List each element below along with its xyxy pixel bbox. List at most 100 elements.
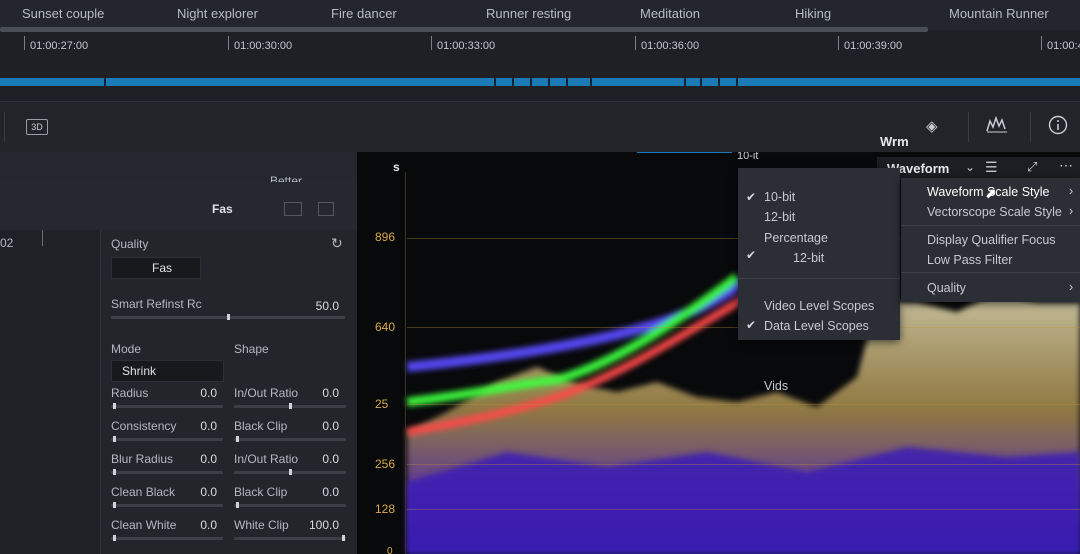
- magic-mask-panel: Better Fas 02 Quality ↻ Fas Smart Refins…: [0, 152, 357, 554]
- mouse-cursor-icon: ⬈: [985, 185, 997, 201]
- divider: [1030, 112, 1031, 142]
- param-slider[interactable]: [111, 436, 223, 442]
- more-options-icon[interactable]: ⋯: [1059, 157, 1073, 174]
- y-axis-label: 640: [375, 320, 396, 334]
- clip-tab[interactable]: Runner resting: [486, 0, 571, 30]
- timecode-label: 01:00:36:00: [641, 40, 700, 52]
- menu-item-quality[interactable]: Quality: [927, 281, 966, 295]
- smart-refine-value[interactable]: 50.0: [301, 299, 339, 313]
- slider-knob[interactable]: [113, 469, 116, 475]
- row-number: 02: [0, 236, 14, 250]
- param-slider[interactable]: [111, 502, 223, 508]
- keyframe-diamond-icon[interactable]: ◈: [926, 117, 938, 135]
- info-icon[interactable]: [1048, 115, 1068, 139]
- panel-subheader: Fas: [0, 182, 357, 231]
- panel-toggle-button[interactable]: [318, 202, 334, 216]
- viewer-toolbar: 3D ◈ Wrm: [0, 101, 1080, 153]
- param-label: In/Out Ratio: [234, 452, 299, 466]
- slider-knob[interactable]: [113, 535, 116, 541]
- ruler-tick: [838, 36, 839, 50]
- panel-header: Better: [0, 152, 357, 188]
- slider-knob[interactable]: [113, 436, 116, 442]
- clip-tab[interactable]: Night explorer: [177, 0, 258, 30]
- mask-controls: Quality ↻ Fas Smart Refinst Rc 50.0 Mode…: [101, 230, 357, 554]
- param-value[interactable]: 0.0: [301, 452, 339, 466]
- timeline-track[interactable]: [0, 78, 1080, 86]
- param-label: Black Clip: [234, 419, 288, 433]
- scope-title: Wrm: [880, 134, 909, 149]
- param-value[interactable]: 0.0: [181, 485, 217, 499]
- slider-knob[interactable]: [236, 502, 239, 508]
- ruler-tick: [431, 36, 432, 50]
- shape-dropdown[interactable]: [234, 360, 344, 382]
- param-slider[interactable]: [234, 535, 346, 541]
- smart-refine-slider[interactable]: [111, 314, 345, 320]
- param-slider[interactable]: [111, 403, 223, 409]
- param-value[interactable]: 100.0: [297, 518, 339, 532]
- menu-item-10bit[interactable]: 10-bit: [764, 190, 795, 204]
- timecode-label: 01:00:39:00: [844, 40, 903, 52]
- settings-sliders-icon[interactable]: ☰: [985, 159, 998, 176]
- slider-knob[interactable]: [227, 314, 230, 320]
- timeline-ruler[interactable]: 01:00:27:00 01:00:30:00 01:00:33:00 01:0…: [0, 32, 1080, 100]
- menu-item-display-qualifier-focus[interactable]: Display Qualifier Focus: [927, 233, 1056, 247]
- param-value[interactable]: 0.0: [301, 485, 339, 499]
- panel-toggle-button[interactable]: [284, 202, 302, 216]
- param-slider[interactable]: [234, 502, 346, 508]
- playhead-marker: [42, 230, 43, 246]
- param-slider[interactable]: [234, 403, 346, 409]
- menu-item-video[interactable]: Vids: [764, 379, 788, 393]
- param-value[interactable]: 0.0: [181, 518, 217, 532]
- y-axis-label: 896: [375, 230, 396, 244]
- scopes-icon[interactable]: [986, 115, 1008, 137]
- 3d-toggle-button[interactable]: 3D: [26, 119, 48, 135]
- param-value[interactable]: 0.0: [301, 419, 339, 433]
- chevron-down-icon[interactable]: ⌄: [965, 160, 975, 174]
- expand-icon[interactable]: ⤢: [1027, 159, 1037, 175]
- smart-refine-label: Smart Refinst Rc: [111, 297, 202, 311]
- mode-dropdown[interactable]: Shrink: [111, 360, 224, 382]
- clip-tab[interactable]: Sunset couple: [22, 0, 104, 30]
- slider-knob[interactable]: [236, 436, 239, 442]
- quality-label: Quality: [111, 237, 149, 251]
- clip-tab[interactable]: Hiking: [795, 0, 831, 30]
- param-label: Consistency: [111, 419, 177, 433]
- param-slider[interactable]: [111, 469, 223, 475]
- param-value[interactable]: 0.0: [181, 386, 217, 400]
- layer-column: 02: [0, 230, 101, 554]
- slider-knob[interactable]: [113, 502, 116, 508]
- reset-icon[interactable]: ↻: [331, 235, 343, 252]
- param-slider[interactable]: [234, 436, 346, 442]
- menu-item-video-level-scopes[interactable]: Video Level Scopes: [764, 299, 874, 313]
- param-value[interactable]: 0.0: [301, 386, 339, 400]
- ruler-tick: [228, 36, 229, 50]
- param-slider[interactable]: [111, 535, 223, 541]
- param-label: Blur Radius: [111, 452, 174, 466]
- menu-item-percentage[interactable]: Percentage: [764, 231, 828, 245]
- timecode-label: 01:00:27:00: [30, 40, 89, 52]
- param-label: White Clip: [234, 518, 289, 532]
- menu-divider: [901, 272, 1080, 273]
- clip-tab[interactable]: Mountain Runner: [949, 0, 1049, 30]
- slider-knob[interactable]: [289, 403, 292, 409]
- param-value[interactable]: 0.0: [181, 419, 217, 433]
- menu-item-vectorscope-scale-style[interactable]: Vectorscope Scale Style: [927, 205, 1062, 219]
- param-value[interactable]: 0.0: [181, 452, 217, 466]
- mode-label: Fas: [212, 202, 233, 216]
- param-label: Clean Black: [111, 485, 176, 499]
- slider-knob[interactable]: [113, 403, 116, 409]
- render-progress: [637, 152, 732, 153]
- slider-knob[interactable]: [289, 469, 292, 475]
- menu-item-low-pass-filter[interactable]: Low Pass Filter: [927, 253, 1012, 267]
- quality-dropdown[interactable]: Fas: [111, 257, 201, 279]
- slider-knob[interactable]: [342, 535, 345, 541]
- menu-item-12bit[interactable]: 12-bit: [793, 251, 824, 265]
- menu-item-12bit[interactable]: 12-bit: [764, 210, 795, 224]
- clip-tab[interactable]: Meditation: [640, 0, 700, 30]
- clip-tab[interactable]: Fire dancer: [331, 0, 397, 30]
- param-slider[interactable]: [234, 469, 346, 475]
- check-icon: ✔: [746, 248, 757, 262]
- menu-divider: [738, 278, 900, 279]
- menu-item-data-level-scopes[interactable]: Data Level Scopes: [764, 319, 869, 333]
- mode-title: Mode: [111, 342, 142, 356]
